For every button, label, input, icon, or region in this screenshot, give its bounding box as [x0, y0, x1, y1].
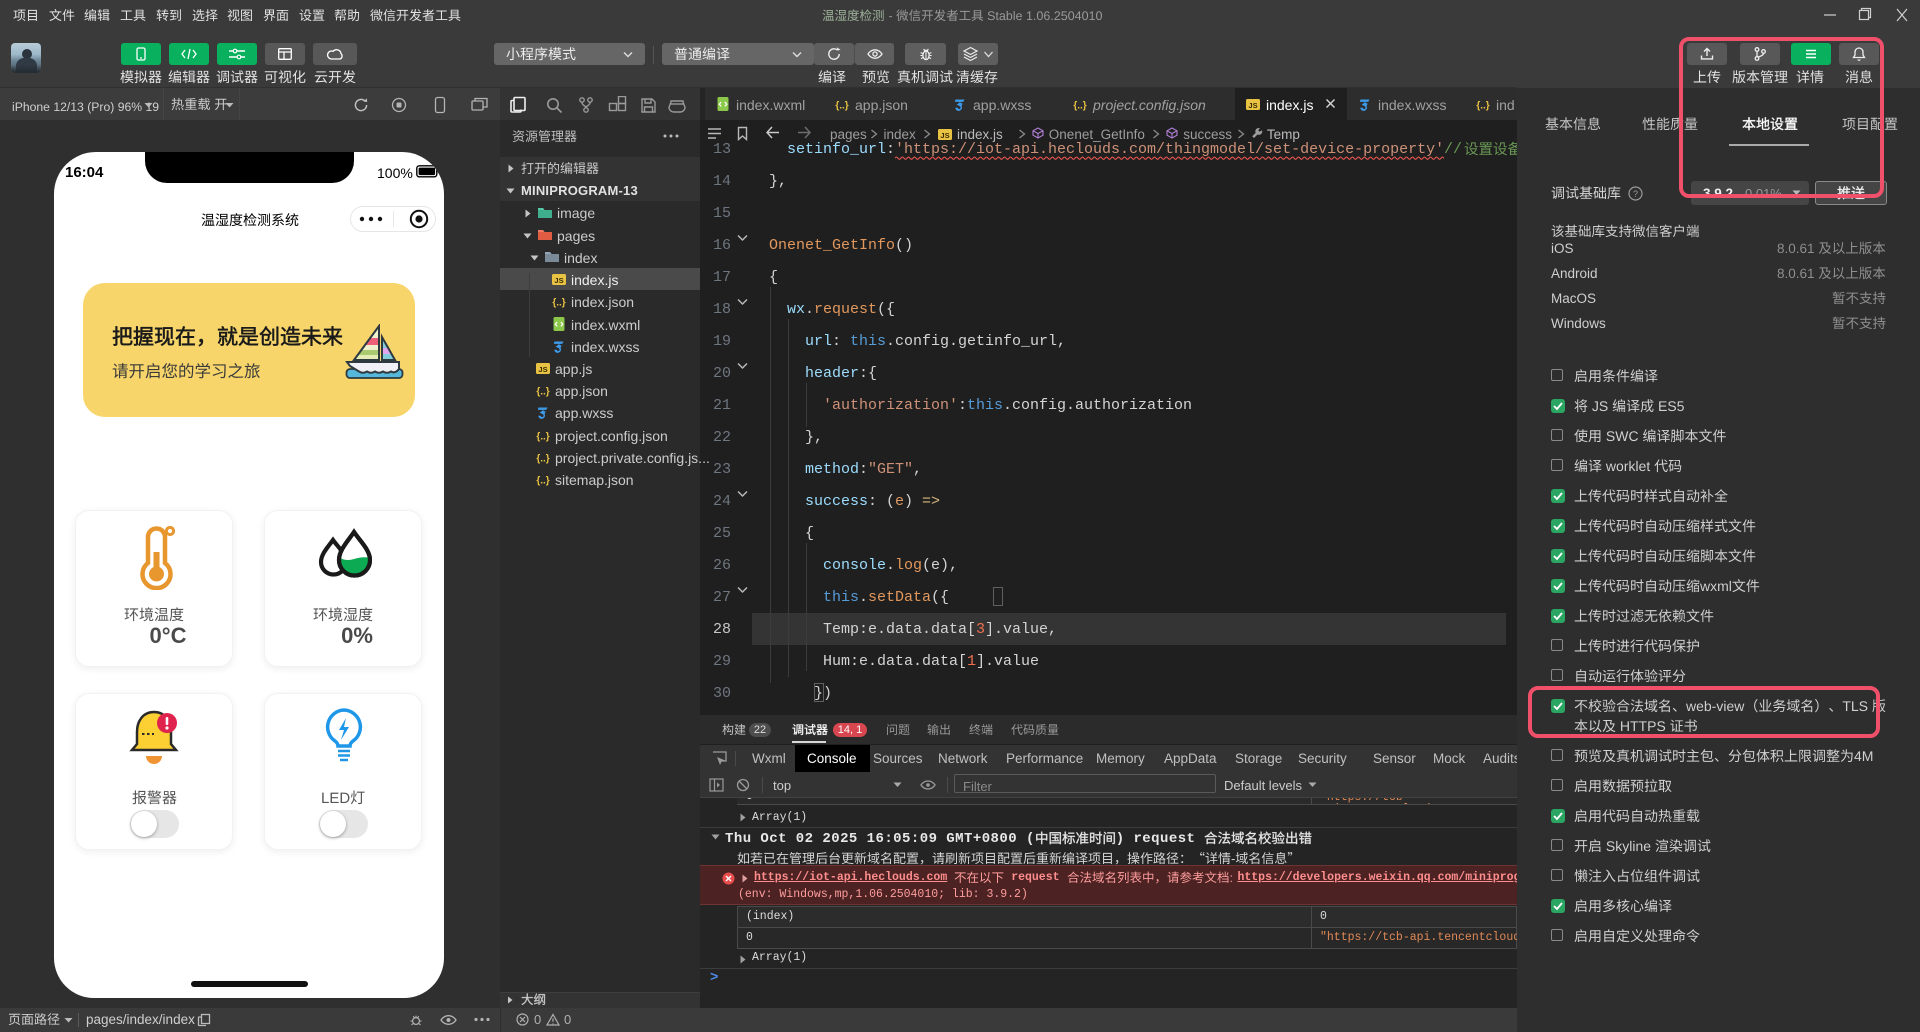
svg-text:JS: JS [1248, 101, 1257, 110]
svg-text:{..}: {..} [536, 387, 549, 398]
svg-text:{..}: {..} [1073, 101, 1086, 112]
svg-text:{..}: {..} [552, 298, 565, 309]
svg-text:?: ? [1633, 189, 1638, 199]
svg-text:JS: JS [940, 131, 949, 140]
svg-text:{..}: {..} [835, 101, 848, 112]
svg-text:{..}: {..} [536, 431, 549, 442]
svg-text:JS: JS [538, 365, 547, 374]
svg-text:JS: JS [554, 276, 563, 285]
svg-text:{..}: {..} [1476, 101, 1489, 112]
svg-text:{..}: {..} [536, 475, 549, 486]
svg-text:{..}: {..} [536, 453, 549, 464]
